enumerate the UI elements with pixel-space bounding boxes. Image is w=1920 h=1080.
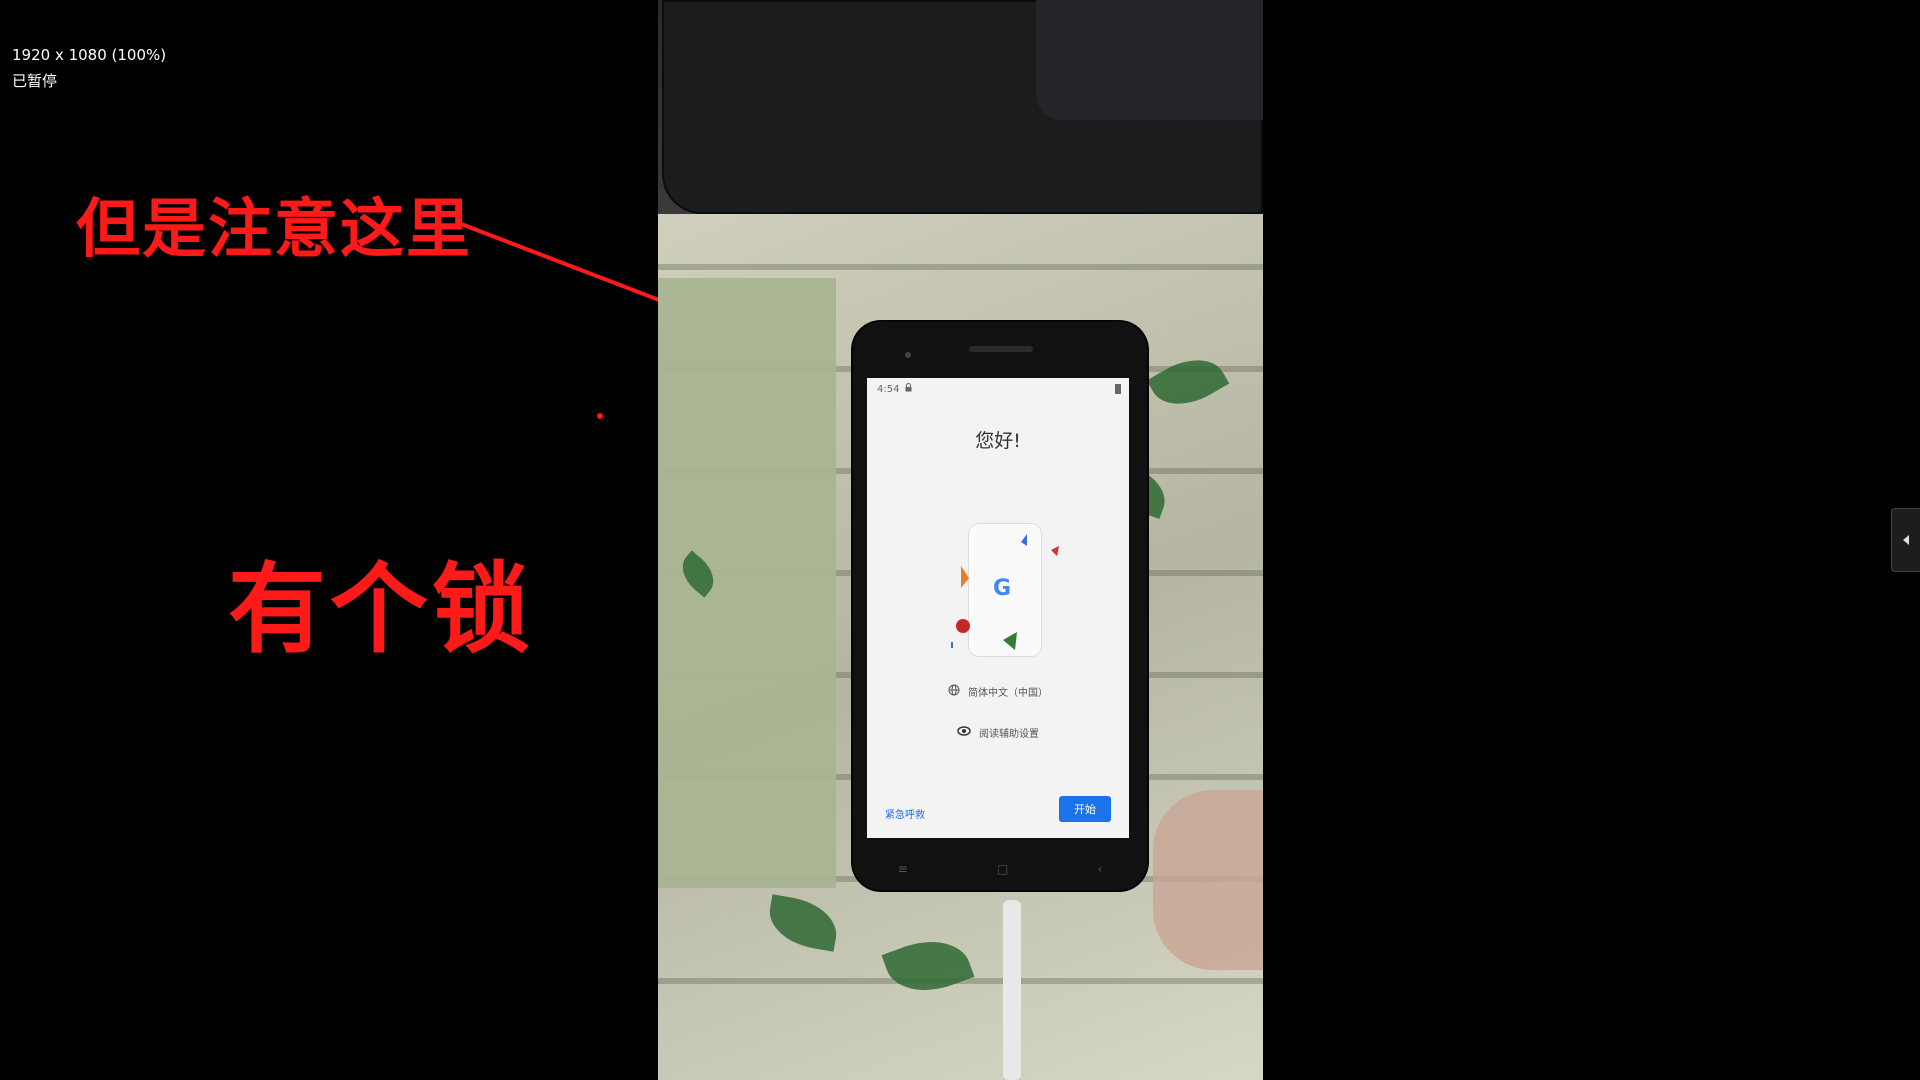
accessibility-settings[interactable]: 阅读辅助设置	[867, 725, 1129, 740]
front-camera	[905, 352, 911, 358]
lock-icon	[905, 383, 912, 395]
phone-device: 4:54 您好! G 简体中文（中国） 阅读辅助设置 紧急呼救 开始 ≡ □ ‹	[853, 322, 1147, 890]
back-nav-icon[interactable]: ‹	[1098, 862, 1103, 876]
home-nav-icon[interactable]: □	[997, 862, 1008, 876]
emergency-call-link[interactable]: 紧急呼救	[885, 806, 925, 821]
phone-nav-bar: ≡ □ ‹	[853, 862, 1147, 876]
hand	[1153, 790, 1263, 970]
chevron-left-icon	[1902, 531, 1910, 550]
decor-shape	[951, 534, 1059, 650]
battery-icon	[1115, 384, 1121, 394]
eye-icon	[957, 726, 971, 739]
laptop-keyboard	[662, 0, 1263, 214]
menu-nav-icon[interactable]: ≡	[898, 862, 908, 876]
status-time: 4:54	[877, 383, 900, 395]
usb-cable	[1003, 900, 1021, 1080]
language-selector[interactable]: 简体中文（中国）	[867, 684, 1129, 699]
welcome-title: 您好!	[975, 430, 1021, 452]
earpiece	[969, 346, 1033, 352]
language-label: 简体中文（中国）	[968, 688, 1048, 699]
phone-screen: 4:54 您好! G 简体中文（中国） 阅读辅助设置 紧急呼救 开始	[867, 378, 1129, 838]
globe-icon	[948, 684, 960, 699]
side-panel-toggle[interactable]	[1891, 508, 1920, 572]
status-bar: 4:54	[867, 378, 1129, 400]
start-button[interactable]: 开始	[1059, 796, 1111, 822]
green-cloth	[658, 278, 836, 888]
accessibility-label: 阅读辅助设置	[979, 729, 1039, 740]
